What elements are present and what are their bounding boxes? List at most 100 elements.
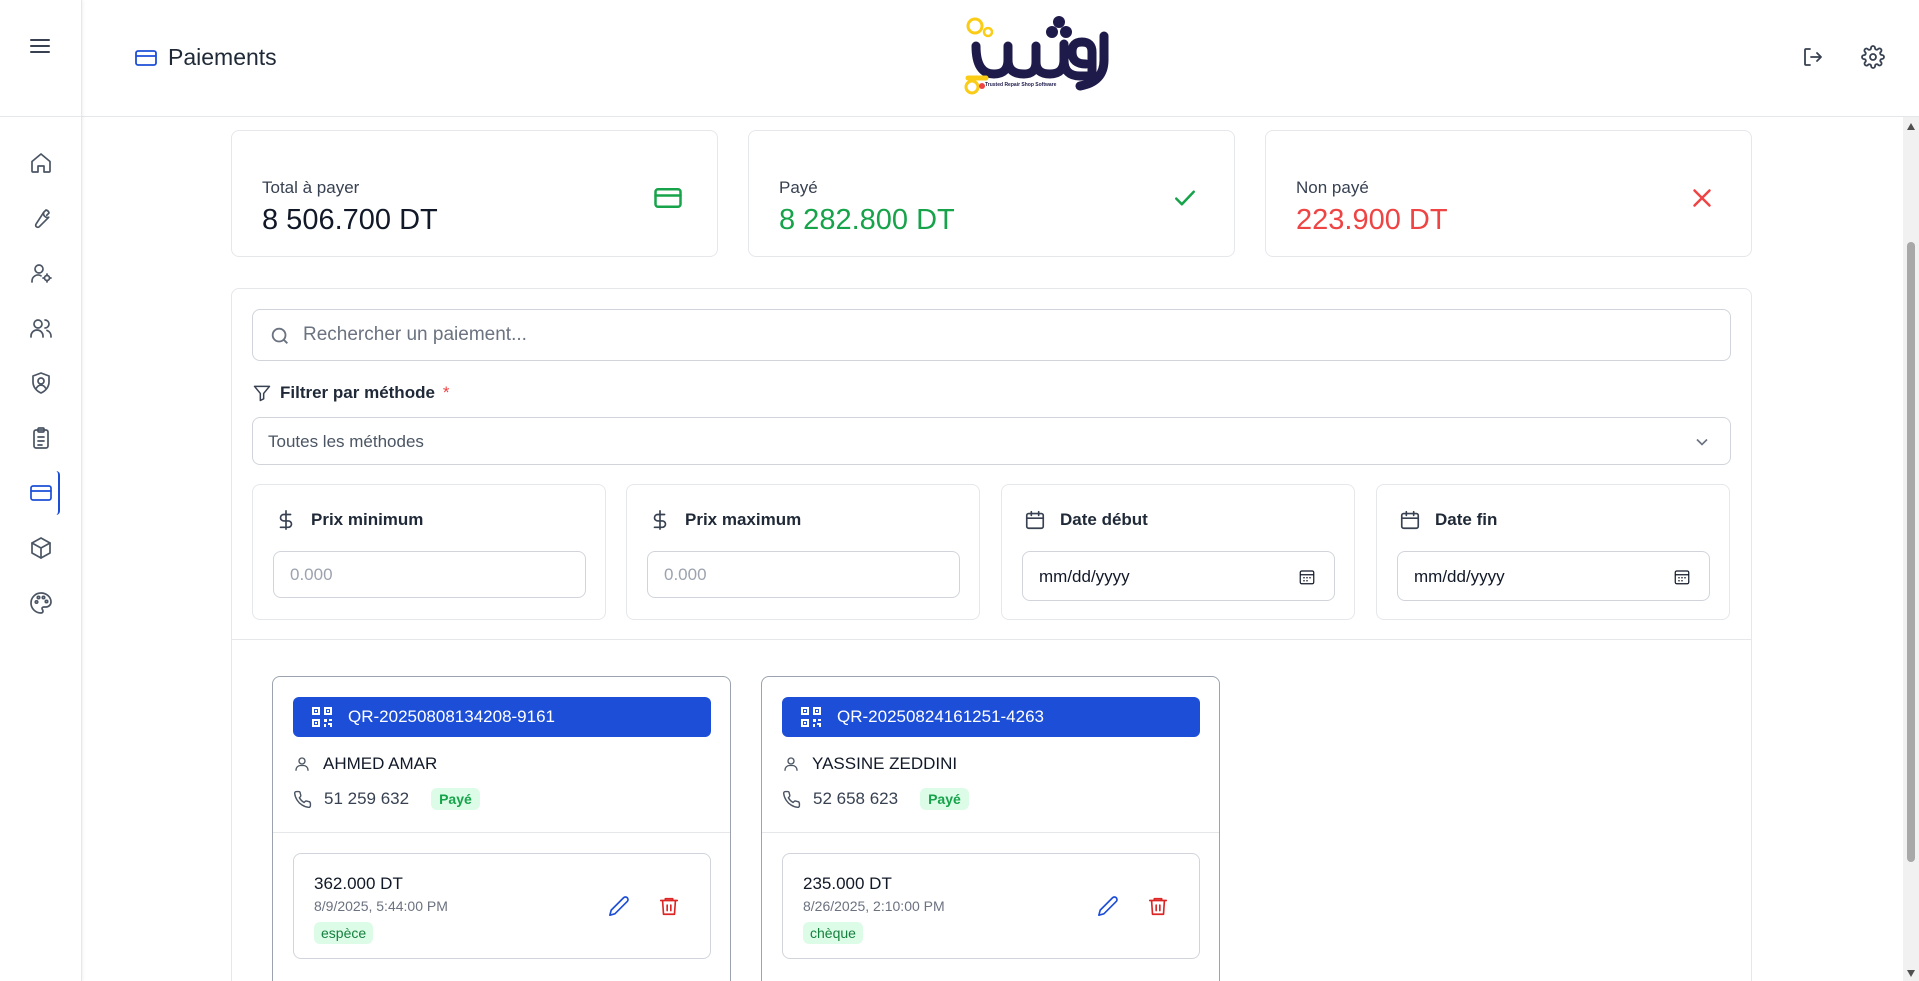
- payment-entry: 235.000 DT 8/26/2025, 2:10:00 PM chèque: [782, 853, 1200, 959]
- search-input[interactable]: [303, 310, 1703, 360]
- delete-button[interactable]: [658, 895, 680, 917]
- stat-value: 8 282.800 DT: [779, 204, 955, 236]
- qr-code-badge[interactable]: QR-20250824161251-4263: [782, 697, 1200, 737]
- start-date-input[interactable]: mm/dd/yyyy: [1022, 551, 1335, 601]
- edit-button[interactable]: [1097, 895, 1119, 917]
- stat-value: 223.900 DT: [1296, 204, 1448, 236]
- max-price-input[interactable]: [647, 551, 960, 598]
- phone-row: 52 658 623 Payé: [782, 788, 969, 810]
- settings-button[interactable]: [1860, 44, 1886, 70]
- check-icon: [1170, 183, 1200, 213]
- sidebar: [0, 0, 82, 981]
- min-price-filter: Prix minimum: [252, 484, 606, 620]
- required-mark: *: [442, 383, 450, 402]
- user-cog-icon: [31, 264, 52, 283]
- sidebar-item-clients[interactable]: [0, 304, 82, 352]
- qr-code-text: QR-20250824161251-4263: [837, 707, 1045, 726]
- scrollbar-thumb[interactable]: [1907, 242, 1915, 862]
- logout-icon: [1804, 48, 1822, 66]
- payment-date: 8/9/2025, 5:44:00 PM: [314, 898, 448, 914]
- card-divider: [762, 832, 1219, 833]
- shield-user-icon: [32, 372, 50, 394]
- sidebar-item-tasks[interactable]: [0, 414, 82, 462]
- menu-icon[interactable]: [28, 34, 52, 58]
- max-price-label: Prix maximum: [685, 510, 802, 529]
- dollar-icon: [279, 510, 293, 530]
- palette-icon: [30, 592, 52, 614]
- scroll-down-arrow[interactable]: [1907, 970, 1915, 977]
- qr-code-icon: [312, 707, 332, 727]
- delete-button[interactable]: [1147, 895, 1169, 917]
- top-header: Paiements Trusted Repair Shop Software: [82, 0, 1919, 117]
- sidebar-item-home[interactable]: [0, 139, 82, 187]
- payment-date: 8/26/2025, 2:10:00 PM: [803, 898, 945, 914]
- stat-value: 8 506.700 DT: [262, 204, 438, 236]
- search-icon: [271, 327, 288, 344]
- sidebar-item-payments[interactable]: [0, 469, 82, 517]
- stat-card-total: Total à payer 8 506.700 DT: [231, 130, 718, 257]
- sidebar-item-theme[interactable]: [0, 579, 82, 627]
- max-price-filter: Prix maximum: [626, 484, 980, 620]
- start-date-filter: Date début mm/dd/yyyy: [1001, 484, 1355, 620]
- phone-row: 51 259 632 Payé: [293, 788, 480, 810]
- card-divider: [273, 832, 730, 833]
- user-icon: [295, 757, 309, 771]
- page-heading: Paiements: [134, 44, 277, 71]
- start-date-label: Date début: [1060, 510, 1148, 529]
- client-phone: 52 658 623: [813, 789, 899, 808]
- filter-icon: [253, 385, 271, 402]
- logout-button[interactable]: [1800, 44, 1826, 70]
- dollar-icon: [653, 510, 667, 530]
- stat-label: Payé: [779, 178, 818, 197]
- credit-card-icon: [653, 183, 683, 213]
- chevron-down-icon: [1696, 438, 1708, 446]
- package-icon: [31, 537, 51, 559]
- status-badge: Payé: [431, 788, 480, 810]
- sidebar-item-employees[interactable]: [0, 249, 82, 297]
- credit-card-icon: [30, 485, 52, 501]
- calendar-icon: [1025, 510, 1045, 530]
- payments-panel: Filtrer par méthode * Toutes les méthode…: [231, 288, 1752, 981]
- search-box: [252, 309, 1731, 361]
- stat-label: Non payé: [1296, 178, 1369, 197]
- page-title: Paiements: [168, 44, 277, 70]
- min-price-label: Prix minimum: [311, 510, 424, 529]
- qr-code-icon: [801, 707, 821, 727]
- filter-label-text: Filtrer par méthode: [280, 383, 435, 402]
- payment-card: QR-20250824161251-4263 YASSINE ZEDDINI 5…: [761, 676, 1220, 981]
- edit-button[interactable]: [608, 895, 630, 917]
- qr-code-text: QR-20250808134208-9161: [348, 707, 556, 726]
- home-icon: [31, 153, 51, 173]
- client-row: AHMED AMAR: [293, 754, 437, 774]
- sidebar-item-repairs[interactable]: [0, 194, 82, 242]
- method-select-value: Toutes les méthodes: [268, 432, 424, 451]
- end-date-filter: Date fin mm/dd/yyyy: [1376, 484, 1730, 620]
- trash-icon: [1148, 897, 1168, 916]
- user-icon: [784, 757, 798, 771]
- status-badge: Payé: [920, 788, 969, 810]
- end-date-label: Date fin: [1435, 510, 1498, 529]
- payment-entry: 362.000 DT 8/9/2025, 5:44:00 PM espèce: [293, 853, 711, 959]
- phone-icon: [782, 790, 801, 808]
- min-price-input[interactable]: [273, 551, 586, 598]
- page-scrollbar[interactable]: [1903, 117, 1919, 981]
- pencil-icon: [1098, 896, 1118, 916]
- clipboard-icon: [33, 427, 49, 449]
- x-icon: [1687, 183, 1717, 213]
- qr-code-badge[interactable]: QR-20250808134208-9161: [293, 697, 711, 737]
- sidebar-divider: [0, 116, 82, 117]
- panel-divider: [232, 639, 1751, 640]
- settings-icon: [1861, 45, 1885, 69]
- end-date-input[interactable]: mm/dd/yyyy: [1397, 551, 1710, 601]
- calendar-picker-icon[interactable]: [1673, 568, 1691, 586]
- calendar-picker-icon[interactable]: [1298, 568, 1316, 586]
- main-content: Total à payer 8 506.700 DT Payé 8 282.80…: [82, 117, 1903, 981]
- wrench-icon: [34, 209, 50, 229]
- stat-label: Total à payer: [262, 178, 360, 197]
- scroll-up-arrow[interactable]: [1907, 123, 1915, 130]
- sidebar-item-security[interactable]: [0, 359, 82, 407]
- app-logo[interactable]: Trusted Repair Shop Software: [962, 12, 1122, 102]
- payment-amount: 362.000 DT: [314, 874, 403, 893]
- sidebar-item-stock[interactable]: [0, 524, 82, 572]
- method-select[interactable]: Toutes les méthodes: [252, 417, 1731, 465]
